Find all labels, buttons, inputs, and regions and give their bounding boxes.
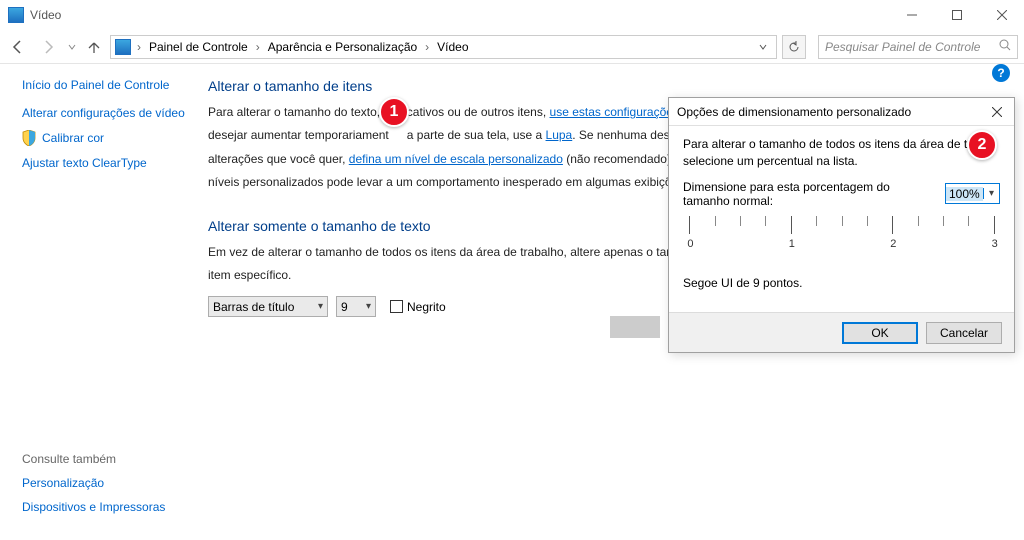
text-item-select[interactable]: Barras de título ▾ [208,296,328,317]
sidebar-item-calibrate-color[interactable]: Calibrar cor [22,130,196,146]
sidebar-item-cleartype[interactable]: Ajustar texto ClearType [22,156,196,170]
app-icon [8,7,24,23]
dialog-footer: OK Cancelar [669,312,1014,352]
bold-checkbox[interactable]: Negrito [390,300,446,314]
sidebar-item-display-settings[interactable]: Alterar configurações de vídeo [22,106,196,120]
sidebar-link-devices[interactable]: Dispositivos e Impressoras [22,500,165,514]
ok-button[interactable]: OK [842,322,918,344]
help-icon[interactable]: ? [992,64,1010,82]
chevron-down-icon: ▾ [318,301,323,312]
obscured-button [610,316,660,338]
address-dropdown-button[interactable] [754,40,772,54]
explorer-toolbar: › Painel de Controle › Aparência e Perso… [0,30,1024,64]
checkbox-box [390,300,403,313]
breadcrumb-category[interactable]: Aparência e Personalização [266,40,419,54]
search-box[interactable] [818,35,1018,59]
dialog-paragraph: Para alterar o tamanho de todos os itens… [683,136,1000,170]
annotation-callout-2: 2 [967,130,997,160]
section-header-size: Alterar o tamanho de itens [208,78,1000,94]
dialog-title: Opções de dimensionamento personalizado [677,105,911,119]
select-value: 9 [341,300,348,314]
shield-icon [22,130,36,146]
scaling-ruler[interactable]: 0 1 2 3 [683,216,1000,266]
search-input[interactable] [825,40,1011,54]
ruler-label: 0 [687,238,693,250]
chevron-down-icon: ▾ [983,188,999,199]
nav-back-button[interactable] [6,35,30,59]
breadcrumb-root[interactable]: Painel de Controle [147,40,250,54]
font-sample-text: Segoe UI de 9 pontos. [683,276,1000,290]
see-also-header: Consulte também [22,452,165,466]
cancel-button[interactable]: Cancelar [926,322,1002,344]
font-size-select[interactable]: 9 ▾ [336,296,376,317]
refresh-button[interactable] [782,35,806,59]
sidebar-item-label: Calibrar cor [42,131,104,145]
close-button[interactable] [979,0,1024,30]
ruler-label: 3 [992,238,998,250]
sidebar-home-link[interactable]: Início do Painel de Controle [22,78,196,92]
ruler-label: 2 [890,238,896,250]
select-value: Barras de título [213,300,294,314]
nav-recent-dropdown[interactable] [66,35,78,59]
sidebar-item-label: Alterar configurações de vídeo [22,106,185,120]
link-magnifier[interactable]: Lupa [546,128,573,142]
chevron-right-icon: › [254,40,262,54]
dialog-close-button[interactable] [988,103,1006,121]
ruler-label: 1 [789,238,795,250]
breadcrumb-leaf[interactable]: Vídeo [435,40,470,54]
minimize-button[interactable] [889,0,934,30]
dialog-titlebar: Opções de dimensionamento personalizado [669,98,1014,126]
window-titlebar: Vídeo [0,0,1024,30]
scaling-percent-value: 100% [946,187,983,201]
location-icon [115,39,131,55]
search-icon [999,39,1011,54]
address-bar[interactable]: › Painel de Controle › Aparência e Perso… [110,35,777,59]
scaling-percent-combobox[interactable]: 100% ▾ [945,183,1000,204]
checkbox-label: Negrito [407,300,446,314]
link-custom-scaling[interactable]: defina um nível de escala personalizado [349,152,563,166]
scaling-label: Dimensione para esta porcentagem do tama… [683,180,939,208]
sidebar: Início do Painel de Controle Alterar con… [0,64,196,540]
maximize-button[interactable] [934,0,979,30]
chevron-down-icon: ▾ [366,301,371,312]
annotation-callout-1: 1 [379,97,409,127]
window-title: Vídeo [30,8,61,22]
sidebar-item-label: Ajustar texto ClearType [22,156,147,170]
sidebar-link-personalization[interactable]: Personalização [22,476,165,490]
nav-up-button[interactable] [84,35,104,59]
nav-forward-button[interactable] [36,35,60,59]
chevron-right-icon: › [135,40,143,54]
chevron-right-icon: › [423,40,431,54]
custom-scaling-dialog: Opções de dimensionamento personalizado … [668,97,1015,353]
